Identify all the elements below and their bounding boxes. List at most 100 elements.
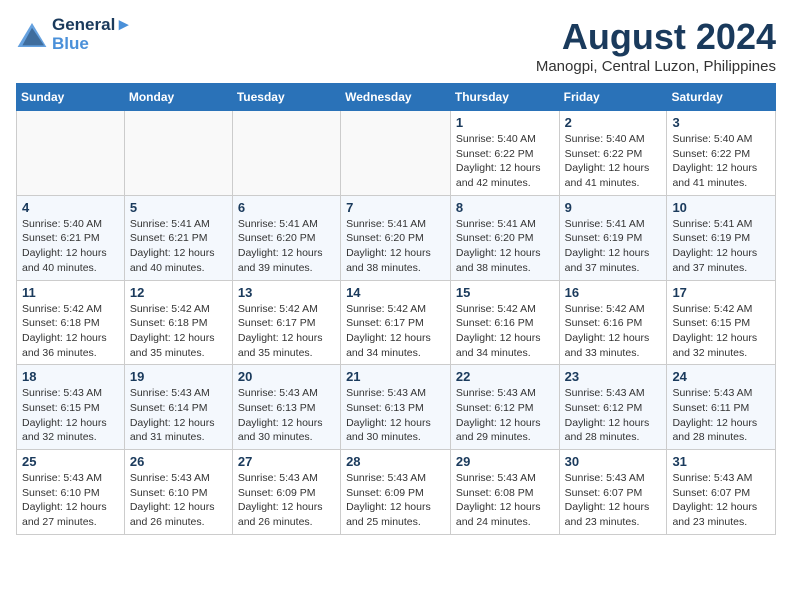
calendar-cell: 19 Sunrise: 5:43 AM Sunset: 6:14 PM Dayli… (124, 365, 232, 450)
day-number: 26 (130, 454, 227, 469)
calendar-week-row: 25 Sunrise: 5:43 AM Sunset: 6:10 PM Dayli… (17, 450, 776, 535)
subtitle: Manogpi, Central Luzon, Philippines (536, 58, 776, 75)
day-number: 6 (238, 200, 335, 215)
calendar-cell (124, 111, 232, 196)
day-info: Sunrise: 5:43 AM Sunset: 6:13 PM Dayligh… (238, 386, 335, 445)
day-info: Sunrise: 5:43 AM Sunset: 6:14 PM Dayligh… (130, 386, 227, 445)
day-info: Sunrise: 5:41 AM Sunset: 6:20 PM Dayligh… (346, 217, 445, 276)
calendar-week-row: 4Sunrise: 5:40 AM Sunset: 6:21 PM Daylig… (17, 195, 776, 280)
day-info: Sunrise: 5:42 AM Sunset: 6:18 PM Dayligh… (22, 302, 119, 361)
day-info: Sunrise: 5:40 AM Sunset: 6:22 PM Dayligh… (672, 132, 770, 191)
day-number: 12 (130, 285, 227, 300)
weekday-header: Tuesday (232, 84, 340, 111)
calendar-cell: 14 Sunrise: 5:42 AM Sunset: 6:17 PM Dayli… (341, 280, 451, 365)
weekday-header: Wednesday (341, 84, 451, 111)
day-number: 13 (238, 285, 335, 300)
calendar-cell: 29Sunrise: 5:43 AM Sunset: 6:08 PM Dayli… (450, 450, 559, 535)
day-info: Sunrise: 5:43 AM Sunset: 6:08 PM Dayligh… (456, 471, 554, 530)
calendar-cell (232, 111, 340, 196)
day-number: 8 (456, 200, 554, 215)
calendar-cell: 28 Sunrise: 5:43 AM Sunset: 6:09 PM Dayli… (341, 450, 451, 535)
day-number: 23 (565, 369, 662, 384)
calendar-cell: 20 Sunrise: 5:43 AM Sunset: 6:13 PM Dayli… (232, 365, 340, 450)
day-number: 14 (346, 285, 445, 300)
day-number: 24 (672, 369, 770, 384)
day-number: 7 (346, 200, 445, 215)
page-header: General► Blue August 2024 Manogpi, Centr… (16, 16, 776, 75)
day-info: Sunrise: 5:41 AM Sunset: 6:19 PM Dayligh… (565, 217, 662, 276)
calendar-cell (341, 111, 451, 196)
calendar-cell: 5 Sunrise: 5:41 AM Sunset: 6:21 PM Daylig… (124, 195, 232, 280)
calendar-week-row: 11 Sunrise: 5:42 AM Sunset: 6:18 PM Dayli… (17, 280, 776, 365)
day-number: 25 (22, 454, 119, 469)
day-number: 20 (238, 369, 335, 384)
calendar-cell: 16 Sunrise: 5:42 AM Sunset: 6:16 PM Dayli… (559, 280, 667, 365)
day-number: 31 (672, 454, 770, 469)
day-number: 11 (22, 285, 119, 300)
day-number: 27 (238, 454, 335, 469)
day-number: 1 (456, 115, 554, 130)
calendar-cell: 10 Sunrise: 5:41 AM Sunset: 6:19 PM Dayli… (667, 195, 776, 280)
day-number: 17 (672, 285, 770, 300)
day-number: 19 (130, 369, 227, 384)
calendar-cell: 26 Sunrise: 5:43 AM Sunset: 6:10 PM Dayli… (124, 450, 232, 535)
day-number: 21 (346, 369, 445, 384)
weekday-header: Sunday (17, 84, 125, 111)
day-info: Sunrise: 5:42 AM Sunset: 6:17 PM Dayligh… (346, 302, 445, 361)
day-info: Sunrise: 5:41 AM Sunset: 6:20 PM Dayligh… (238, 217, 335, 276)
main-title: August 2024 (536, 16, 776, 58)
day-number: 10 (672, 200, 770, 215)
calendar-cell: 21 Sunrise: 5:43 AM Sunset: 6:13 PM Dayli… (341, 365, 451, 450)
calendar-cell: 24 Sunrise: 5:43 AM Sunset: 6:11 PM Dayli… (667, 365, 776, 450)
day-info: Sunrise: 5:41 AM Sunset: 6:19 PM Dayligh… (672, 217, 770, 276)
calendar-week-row: 18Sunrise: 5:43 AM Sunset: 6:15 PM Dayli… (17, 365, 776, 450)
day-info: Sunrise: 5:43 AM Sunset: 6:10 PM Dayligh… (130, 471, 227, 530)
day-info: Sunrise: 5:43 AM Sunset: 6:09 PM Dayligh… (346, 471, 445, 530)
weekday-header: Thursday (450, 84, 559, 111)
day-info: Sunrise: 5:43 AM Sunset: 6:07 PM Dayligh… (672, 471, 770, 530)
day-info: Sunrise: 5:41 AM Sunset: 6:21 PM Dayligh… (130, 217, 227, 276)
calendar-cell: 17Sunrise: 5:42 AM Sunset: 6:15 PM Dayli… (667, 280, 776, 365)
day-info: Sunrise: 5:42 AM Sunset: 6:16 PM Dayligh… (565, 302, 662, 361)
day-info: Sunrise: 5:43 AM Sunset: 6:13 PM Dayligh… (346, 386, 445, 445)
calendar-cell: 27 Sunrise: 5:43 AM Sunset: 6:09 PM Dayli… (232, 450, 340, 535)
day-number: 9 (565, 200, 662, 215)
day-number: 2 (565, 115, 662, 130)
weekday-header: Friday (559, 84, 667, 111)
calendar-cell: 18Sunrise: 5:43 AM Sunset: 6:15 PM Dayli… (17, 365, 125, 450)
day-info: Sunrise: 5:41 AM Sunset: 6:20 PM Dayligh… (456, 217, 554, 276)
day-info: Sunrise: 5:43 AM Sunset: 6:07 PM Dayligh… (565, 471, 662, 530)
day-info: Sunrise: 5:40 AM Sunset: 6:22 PM Dayligh… (456, 132, 554, 191)
calendar-cell: 2 Sunrise: 5:40 AM Sunset: 6:22 PM Daylig… (559, 111, 667, 196)
calendar-cell: 8 Sunrise: 5:41 AM Sunset: 6:20 PM Daylig… (450, 195, 559, 280)
calendar-cell: 13 Sunrise: 5:42 AM Sunset: 6:17 PM Dayli… (232, 280, 340, 365)
calendar-header-row: SundayMondayTuesdayWednesdayThursdayFrid… (17, 84, 776, 111)
calendar-table: SundayMondayTuesdayWednesdayThursdayFrid… (16, 83, 776, 535)
day-number: 28 (346, 454, 445, 469)
calendar-cell: 6 Sunrise: 5:41 AM Sunset: 6:20 PM Daylig… (232, 195, 340, 280)
day-info: Sunrise: 5:43 AM Sunset: 6:11 PM Dayligh… (672, 386, 770, 445)
day-number: 5 (130, 200, 227, 215)
day-number: 3 (672, 115, 770, 130)
day-info: Sunrise: 5:43 AM Sunset: 6:12 PM Dayligh… (456, 386, 554, 445)
day-number: 16 (565, 285, 662, 300)
calendar-cell: 31 Sunrise: 5:43 AM Sunset: 6:07 PM Dayli… (667, 450, 776, 535)
weekday-header: Monday (124, 84, 232, 111)
day-info: Sunrise: 5:40 AM Sunset: 6:22 PM Dayligh… (565, 132, 662, 191)
day-info: Sunrise: 5:43 AM Sunset: 6:12 PM Dayligh… (565, 386, 662, 445)
calendar-cell: 9 Sunrise: 5:41 AM Sunset: 6:19 PM Daylig… (559, 195, 667, 280)
day-number: 18 (22, 369, 119, 384)
logo-text: General► Blue (52, 16, 132, 53)
title-block: August 2024 Manogpi, Central Luzon, Phil… (536, 16, 776, 75)
calendar-week-row: 1 Sunrise: 5:40 AM Sunset: 6:22 PM Daylig… (17, 111, 776, 196)
logo: General► Blue (16, 16, 132, 53)
day-info: Sunrise: 5:42 AM Sunset: 6:18 PM Dayligh… (130, 302, 227, 361)
day-info: Sunrise: 5:43 AM Sunset: 6:09 PM Dayligh… (238, 471, 335, 530)
calendar-cell: 22Sunrise: 5:43 AM Sunset: 6:12 PM Dayli… (450, 365, 559, 450)
calendar-cell: 1 Sunrise: 5:40 AM Sunset: 6:22 PM Daylig… (450, 111, 559, 196)
day-info: Sunrise: 5:40 AM Sunset: 6:21 PM Dayligh… (22, 217, 119, 276)
day-info: Sunrise: 5:42 AM Sunset: 6:16 PM Dayligh… (456, 302, 554, 361)
day-info: Sunrise: 5:42 AM Sunset: 6:17 PM Dayligh… (238, 302, 335, 361)
calendar-cell: 11 Sunrise: 5:42 AM Sunset: 6:18 PM Dayli… (17, 280, 125, 365)
calendar-cell: 15Sunrise: 5:42 AM Sunset: 6:16 PM Dayli… (450, 280, 559, 365)
